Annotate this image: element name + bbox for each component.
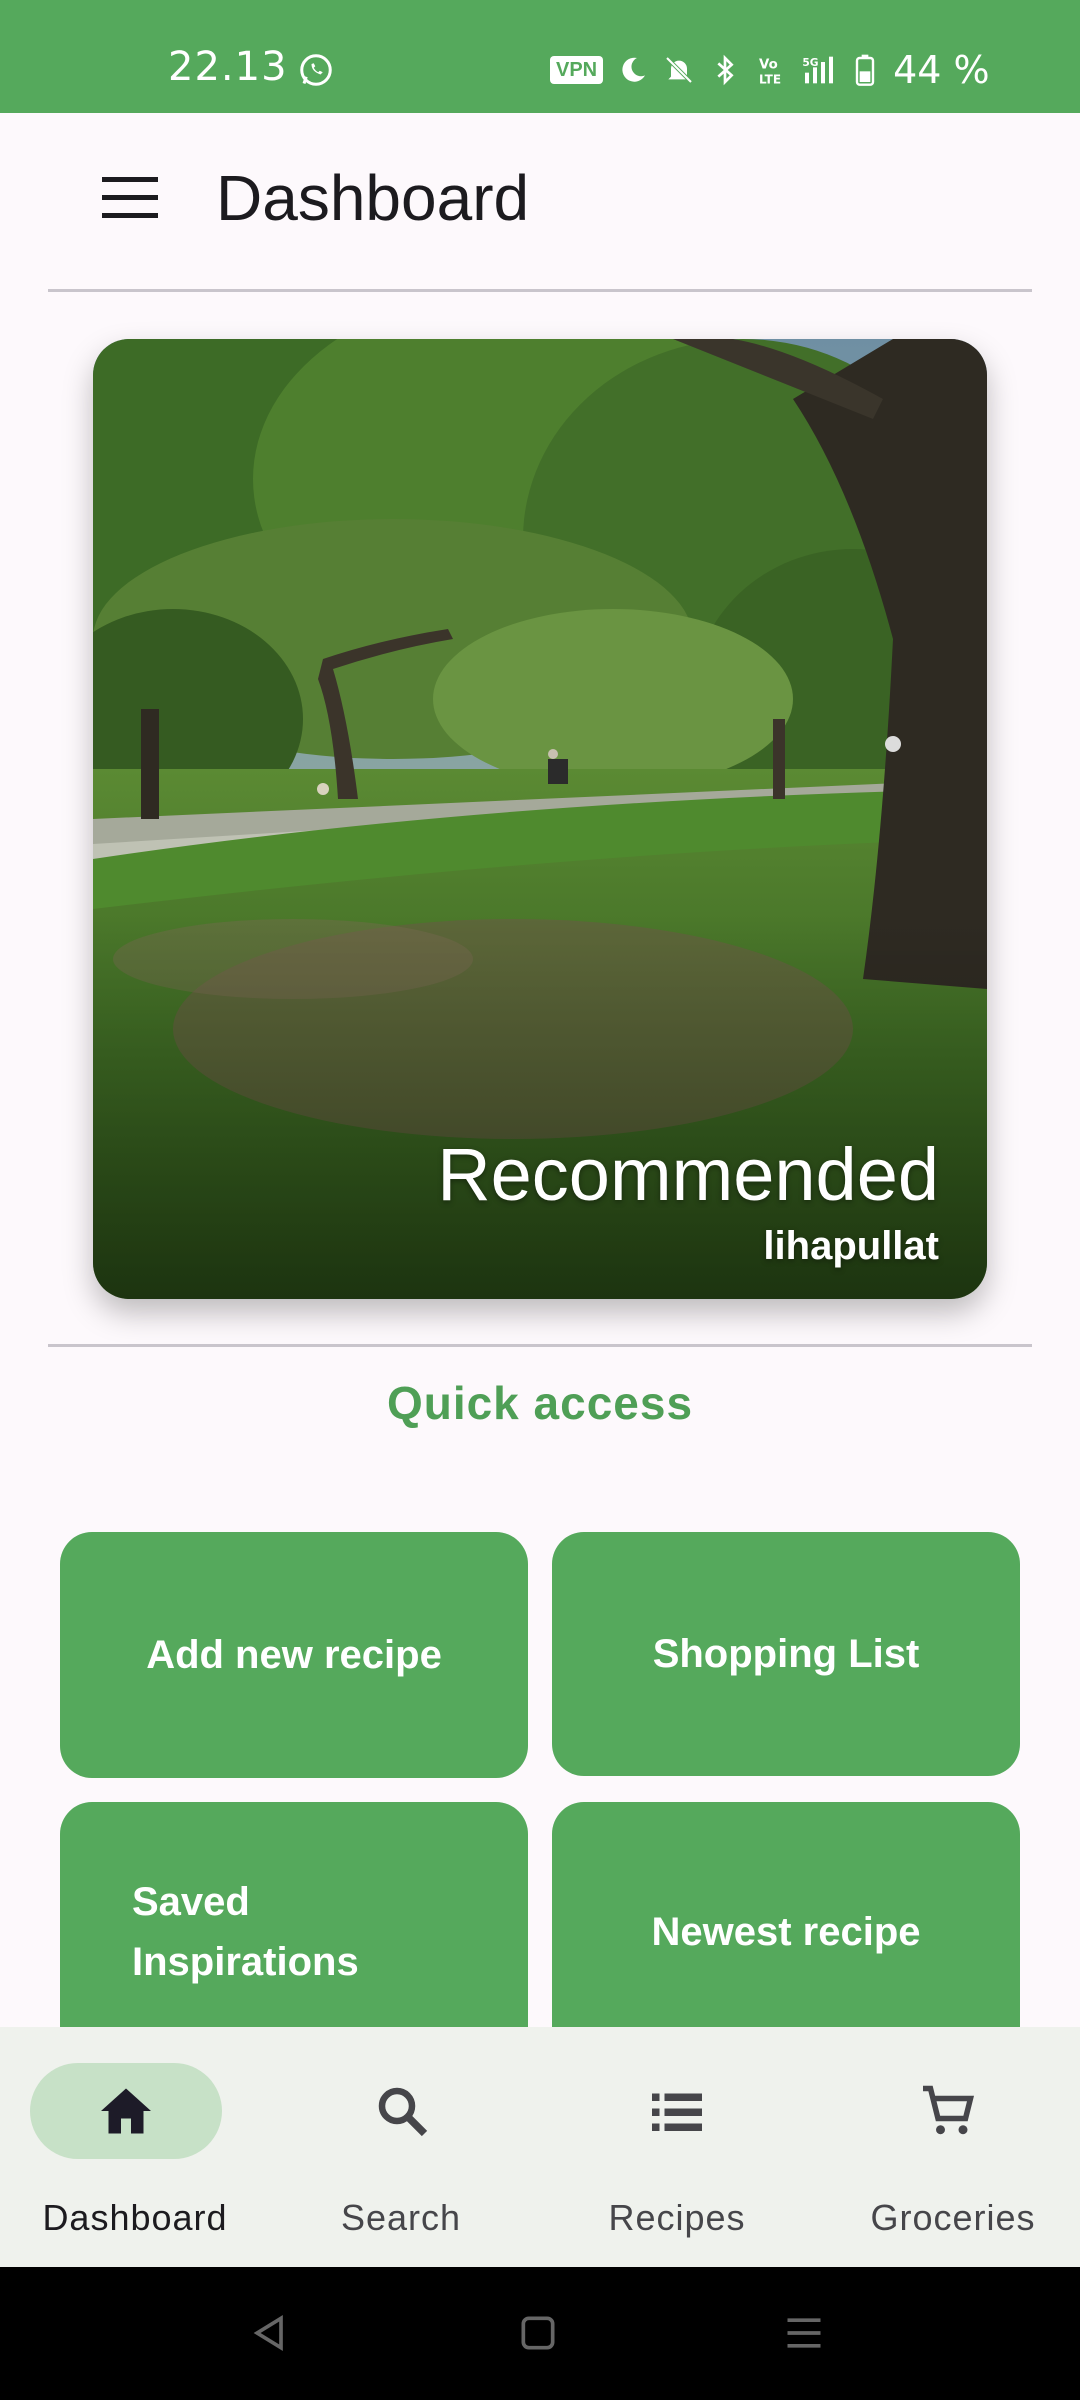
shopping-list-label: Shopping List bbox=[652, 1631, 920, 1676]
status-bar: 22.13 VPN Vo LTE 5G 44 % bbox=[0, 0, 1080, 113]
add-new-recipe-label: Add new recipe bbox=[146, 1632, 442, 1677]
volte-icon: Vo LTE bbox=[759, 58, 781, 86]
status-time: 22.13 bbox=[168, 44, 288, 90]
battery-percentage: 44 % bbox=[893, 48, 990, 92]
recommended-title: Recommended bbox=[437, 1133, 939, 1216]
middle-divider bbox=[48, 1344, 1032, 1347]
vpn-badge: VPN bbox=[550, 56, 604, 84]
bell-off-icon bbox=[665, 56, 693, 84]
saved-inspirations-button[interactable]: Saved Inspirations bbox=[60, 1802, 528, 2062]
shopping-list-button[interactable]: Shopping List bbox=[552, 1532, 1020, 1776]
quick-access-title: Quick access bbox=[386, 1377, 694, 1429]
back-icon[interactable] bbox=[248, 2311, 292, 2355]
nav-item-groceries[interactable]: Groceries bbox=[818, 2027, 1080, 2267]
nav-label-dashboard: Dashboard bbox=[42, 2197, 228, 2238]
whatsapp-icon bbox=[300, 54, 332, 86]
nav-label-search: Search bbox=[340, 2197, 462, 2238]
add-new-recipe-button[interactable]: Add new recipe bbox=[60, 1532, 528, 1778]
bluetooth-icon bbox=[717, 54, 734, 86]
nav-label-groceries: Groceries bbox=[870, 2197, 1036, 2238]
search-icon bbox=[378, 2087, 428, 2137]
nav-item-dashboard[interactable]: Dashboard bbox=[0, 2027, 270, 2267]
nav-item-search[interactable]: Search bbox=[266, 2027, 536, 2267]
page-title: Dashboard bbox=[216, 162, 530, 234]
status-icons: VPN Vo LTE 5G 44 % bbox=[550, 48, 990, 92]
recents-icon[interactable] bbox=[782, 2311, 826, 2355]
top-divider bbox=[48, 289, 1032, 292]
signal-5g-icon: 5G bbox=[802, 56, 834, 84]
hamburger-menu-icon[interactable] bbox=[100, 175, 160, 221]
top-app-bar: Dashboard bbox=[0, 113, 1080, 283]
svg-text:Vo: Vo bbox=[759, 58, 778, 73]
nav-label-recipes: Recipes bbox=[608, 2197, 746, 2238]
svg-text:LTE: LTE bbox=[759, 72, 781, 86]
home-button-icon[interactable] bbox=[516, 2311, 560, 2355]
bottom-navigation: Dashboard Search Recipes Groceries bbox=[0, 2027, 1080, 2267]
home-icon bbox=[101, 2088, 151, 2134]
newest-recipe-button[interactable]: Newest recipe bbox=[552, 1802, 1020, 2062]
moon-icon bbox=[622, 57, 646, 82]
cart-icon bbox=[923, 2085, 975, 2135]
system-navigation-bar bbox=[0, 2267, 1080, 2400]
list-icon bbox=[652, 2093, 702, 2131]
nav-item-recipes[interactable]: Recipes bbox=[542, 2027, 812, 2267]
saved-inspirations-label: Saved Inspirations bbox=[132, 1880, 359, 1984]
battery-icon bbox=[855, 54, 875, 86]
recommended-card[interactable]: Recommended lihapullat bbox=[93, 339, 987, 1299]
svg-text:5G: 5G bbox=[802, 56, 818, 69]
recommended-recipe-name: lihapullat bbox=[763, 1224, 939, 1268]
newest-recipe-label: Newest recipe bbox=[651, 1909, 921, 1954]
